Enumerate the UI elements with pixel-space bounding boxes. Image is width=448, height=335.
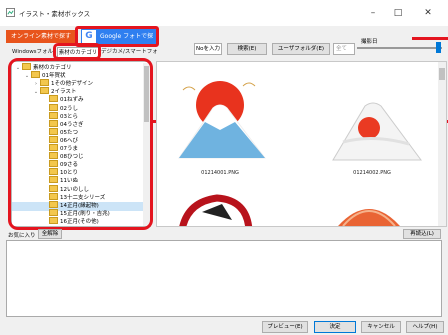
preview-button[interactable]: プレビュー(E): [262, 321, 308, 333]
clear-all-button[interactable]: 全解除: [38, 229, 62, 239]
reload-button[interactable]: 再読込(L): [403, 229, 441, 239]
online-search-button[interactable]: オンライン素材で探す: [6, 30, 76, 43]
app-icon: [6, 8, 15, 17]
tab-camera-smartphone[interactable]: デジカメ/スマートフォン: [101, 47, 159, 66]
search-button[interactable]: 検索(E): [227, 43, 267, 55]
thumbnail-01214002-filename: 01214002.PNG: [353, 170, 391, 176]
close-button[interactable]: ✕: [418, 3, 438, 23]
minimize-button[interactable]: –: [363, 3, 383, 23]
user-folder-button[interactable]: ユーザフォルダ(E): [272, 43, 330, 55]
thumbnail-01214001-filename: 01214001.PNG: [201, 170, 239, 176]
favorites-label: お気に入り: [8, 233, 36, 239]
grid-scroll-thumb[interactable]: [439, 68, 445, 80]
favorites-area[interactable]: [6, 240, 442, 317]
highlight-tree: [8, 58, 153, 230]
highlight-top-line: [412, 37, 448, 40]
thumbnail-01214002[interactable]: [313, 82, 433, 168]
title-bar: イラスト・素材ボックス – □ ✕: [0, 0, 448, 26]
maximize-button[interactable]: □: [388, 3, 408, 23]
help-button[interactable]: ヘルプ(H): [406, 321, 444, 333]
grid-scrollbar[interactable]: [438, 62, 446, 226]
thumbnail-partial-right[interactable]: [329, 192, 409, 227]
tab-windows-folder[interactable]: Windowsフォルダ: [12, 47, 58, 66]
image-grid: 01214001.PNG 01214002.PNG: [156, 61, 447, 227]
ok-button[interactable]: 決定: [314, 321, 356, 333]
number-input[interactable]: Noを入力: [194, 43, 222, 55]
thumbnail-partial-left[interactable]: [177, 192, 257, 227]
thumbnail-01214001[interactable]: [165, 70, 275, 160]
date-slider-track[interactable]: [357, 47, 442, 49]
filter-select[interactable]: 全て: [333, 43, 355, 55]
date-slider-thumb[interactable]: [436, 42, 441, 53]
cancel-button[interactable]: キャンセル: [361, 321, 401, 333]
date-label: 撮影日: [361, 39, 378, 45]
window-title: イラスト・素材ボックス: [19, 10, 91, 18]
